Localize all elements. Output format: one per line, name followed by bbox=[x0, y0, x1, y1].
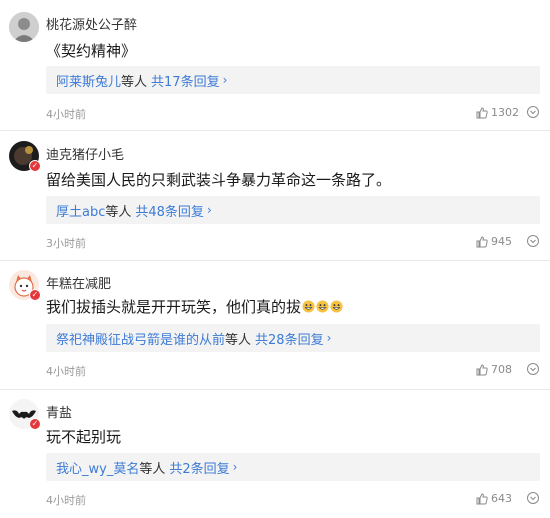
like-button[interactable]: 708 bbox=[476, 363, 512, 376]
username[interactable]: 桃花源处公子醉 bbox=[46, 14, 137, 33]
verified-badge-icon: ✓ bbox=[29, 160, 41, 172]
like-count: 708 bbox=[491, 363, 512, 376]
more-options-button[interactable] bbox=[526, 490, 540, 509]
comment-text: 我们拔插头就是开开玩笑，他们真的拔 bbox=[46, 296, 343, 317]
thumbs-up-icon bbox=[476, 363, 488, 375]
more-options-button[interactable] bbox=[526, 361, 540, 380]
comment-item: ✓ 青盐 玩不起别玩 我心_wy_莫名 等人 共2条回复 › 4小时前 643 bbox=[0, 390, 550, 518]
username[interactable]: 年糕在减肥 bbox=[46, 273, 111, 292]
grin-emoji-icon bbox=[330, 300, 343, 313]
reply-users: 我心_wy_莫名 bbox=[56, 461, 140, 477]
reply-others-label: 等人 bbox=[225, 332, 252, 348]
thumbs-up-icon bbox=[476, 106, 488, 118]
reply-count: 共28条回复 bbox=[255, 332, 324, 348]
like-count: 1302 bbox=[491, 106, 519, 119]
like-count: 945 bbox=[491, 235, 512, 248]
timestamp: 4小时前 bbox=[46, 494, 86, 507]
thumbs-up-icon bbox=[476, 492, 488, 504]
reply-count: 共2条回复 bbox=[169, 461, 230, 477]
like-button[interactable]: 945 bbox=[476, 235, 512, 248]
reply-others-label: 等人 bbox=[121, 74, 148, 90]
chevron-down-circle-icon bbox=[527, 492, 539, 504]
replies-link[interactable]: 阿莱斯兔儿 等人 共17条回复 › bbox=[46, 66, 540, 94]
reply-count: 共48条回复 bbox=[135, 204, 204, 220]
chevron-right-icon: › bbox=[326, 331, 332, 345]
chevron-down-circle-icon bbox=[527, 235, 539, 247]
replies-link[interactable]: 祭祀神殿征战弓箭是谁的从前 等人 共28条回复 › bbox=[46, 324, 540, 352]
like-button[interactable]: 1302 bbox=[476, 106, 519, 119]
username[interactable]: 迪克猪仔小毛 bbox=[46, 144, 124, 163]
chevron-right-icon: › bbox=[232, 460, 238, 474]
comment-item: ✓ 迪克猪仔小毛 留给美国人民的只剩武装斗争暴力革命这一条路了。 厚土abc 等… bbox=[0, 131, 550, 260]
comment-text: 玩不起别玩 bbox=[46, 428, 122, 446]
grin-emoji-icon bbox=[302, 300, 315, 313]
user-avatar[interactable] bbox=[9, 12, 39, 42]
comment-text: 留给美国人民的只剩武装斗争暴力革命这一条路了。 bbox=[46, 171, 392, 189]
comment-text: 《契约精神》 bbox=[46, 42, 137, 60]
reply-users: 祭祀神殿征战弓箭是谁的从前 bbox=[56, 332, 226, 348]
comment-text-body: 我们拔插头就是开开玩笑，他们真的拔 bbox=[46, 298, 302, 316]
reply-count: 共17条回复 bbox=[151, 74, 220, 90]
username[interactable]: 青盐 bbox=[46, 402, 72, 421]
gray-silhouette-avatar-icon bbox=[9, 12, 39, 42]
comment-item: ✓ 年糕在减肥 我们拔插头就是开开玩笑，他们真的拔 祭祀神殿征战弓箭是谁的从前 … bbox=[0, 261, 550, 389]
grin-emoji-icon bbox=[316, 300, 329, 313]
thumbs-up-icon bbox=[476, 235, 488, 247]
timestamp: 4小时前 bbox=[46, 365, 86, 378]
timestamp: 4小时前 bbox=[46, 108, 86, 121]
reply-others-label: 等人 bbox=[139, 461, 166, 477]
chevron-right-icon: › bbox=[206, 203, 212, 217]
reply-users: 阿莱斯兔儿 bbox=[56, 74, 122, 90]
timestamp: 3小时前 bbox=[46, 237, 86, 250]
replies-link[interactable]: 我心_wy_莫名 等人 共2条回复 › bbox=[46, 453, 540, 481]
like-button[interactable]: 643 bbox=[476, 492, 512, 505]
like-count: 643 bbox=[491, 492, 512, 505]
reply-others-label: 等人 bbox=[105, 204, 132, 220]
more-options-button[interactable] bbox=[526, 233, 540, 252]
chevron-down-circle-icon bbox=[527, 363, 539, 375]
replies-link[interactable]: 厚土abc 等人 共48条回复 › bbox=[46, 196, 540, 224]
more-options-button[interactable] bbox=[526, 104, 540, 123]
verified-badge-icon: ✓ bbox=[29, 418, 41, 430]
comment-item: 桃花源处公子醉 《契约精神》 阿莱斯兔儿 等人 共17条回复 › 4小时前 13… bbox=[0, 0, 550, 130]
chevron-right-icon: › bbox=[222, 73, 228, 87]
chevron-down-circle-icon bbox=[527, 106, 539, 118]
verified-badge-icon: ✓ bbox=[29, 289, 41, 301]
reply-users: 厚土abc bbox=[56, 204, 106, 220]
